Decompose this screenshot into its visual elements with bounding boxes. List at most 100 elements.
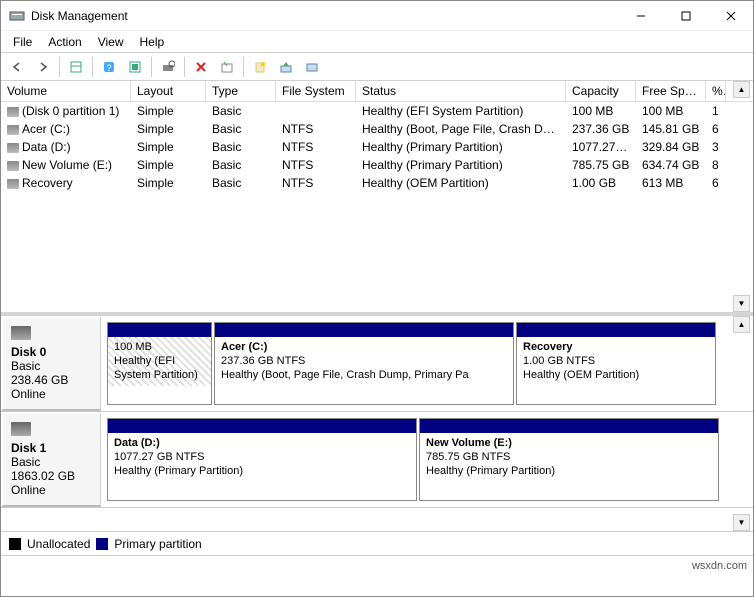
partition-box[interactable]: Recovery1.00 GB NTFSHealthy (OEM Partiti… <box>516 322 716 405</box>
menu-action[interactable]: Action <box>40 33 89 51</box>
partition-title: Acer (C:) <box>221 341 267 353</box>
volume-pct: 8 <box>706 156 726 174</box>
disk-info[interactable]: Disk 0Basic238.46 GBOnline <box>1 316 101 411</box>
volume-capacity: 1.00 GB <box>566 174 636 192</box>
app-icon <box>9 8 25 24</box>
volume-fs: NTFS <box>276 120 356 138</box>
partition-box[interactable]: Acer (C:)237.36 GB NTFSHealthy (Boot, Pa… <box>214 322 514 405</box>
status-bar: wsxdn.com <box>1 555 753 575</box>
volume-icon <box>7 125 19 135</box>
toolbar: ? <box>1 53 753 81</box>
menu-help[interactable]: Help <box>132 33 173 51</box>
volume-status: Healthy (Primary Partition) <box>356 156 566 174</box>
svg-text:?: ? <box>106 63 111 73</box>
partition-subtitle: 1077.27 GB NTFS <box>114 451 205 463</box>
col-capacity[interactable]: Capacity <box>566 81 636 101</box>
scroll-down-button[interactable]: ▼ <box>733 295 750 312</box>
volume-type: Basic <box>206 156 276 174</box>
partition-status: Healthy (Primary Partition) <box>426 465 555 477</box>
partition-header <box>420 419 718 433</box>
partition-status: Healthy (Primary Partition) <box>114 465 243 477</box>
col-percent[interactable]: % <box>706 81 726 101</box>
settings-button[interactable] <box>300 55 324 79</box>
separator <box>92 57 93 77</box>
partition-title: Data (D:) <box>114 437 160 449</box>
volume-icon <box>7 143 19 153</box>
volume-fs <box>276 102 356 120</box>
volume-pct: 3 <box>706 138 726 156</box>
volume-layout: Simple <box>131 174 206 192</box>
volume-type: Basic <box>206 138 276 156</box>
volume-status: Healthy (Boot, Page File, Crash Dum... <box>356 120 566 138</box>
volume-layout: Simple <box>131 138 206 156</box>
separator <box>59 57 60 77</box>
disk-partitions: Data (D:) 1077.27 GB NTFS Healthy (Primary… <box>101 412 753 507</box>
volume-free: 613 MB <box>636 174 706 192</box>
volume-row[interactable]: (Disk 0 partition 1)SimpleBasic Healthy (… <box>1 102 753 120</box>
col-layout[interactable]: Layout <box>131 81 206 101</box>
disk-size: 238.46 GB <box>11 373 92 387</box>
partition-body: Data (D:) 1077.27 GB NTFS Healthy (Primary… <box>108 433 416 482</box>
partition-status: Healthy (EFI System Partition) <box>114 355 198 381</box>
volume-row[interactable]: Acer (C:)SimpleBasicNTFSHealthy (Boot, P… <box>1 120 753 138</box>
disk-state: Online <box>11 483 92 497</box>
minimize-button[interactable] <box>618 1 663 30</box>
partition-header <box>517 323 715 337</box>
volume-header-row: Volume Layout Type File System Status Ca… <box>1 81 753 102</box>
title-bar: Disk Management <box>1 1 753 31</box>
volume-pct: 1 <box>706 102 726 120</box>
disk-type: Basic <box>11 455 92 469</box>
menu-file[interactable]: File <box>5 33 40 51</box>
view-list-button[interactable] <box>64 55 88 79</box>
volume-fs: NTFS <box>276 156 356 174</box>
rescan-button[interactable] <box>156 55 180 79</box>
volume-capacity: 237.36 GB <box>566 120 636 138</box>
forward-button[interactable] <box>31 55 55 79</box>
swatch-primary <box>96 538 108 550</box>
disk-icon <box>11 326 31 340</box>
scroll-down-button[interactable]: ▼ <box>733 514 750 531</box>
col-free[interactable]: Free Spa... <box>636 81 706 101</box>
refresh-button[interactable] <box>123 55 147 79</box>
partition-box[interactable]: New Volume (E:)785.75 GB NTFSHealthy (Pr… <box>419 418 719 501</box>
scroll-up-button[interactable]: ▲ <box>733 316 750 333</box>
col-filesystem[interactable]: File System <box>276 81 356 101</box>
help-button[interactable]: ? <box>97 55 121 79</box>
volume-name: Recovery <box>1 174 131 192</box>
partition-header <box>215 323 513 337</box>
volume-list-pane[interactable]: Volume Layout Type File System Status Ca… <box>1 81 753 316</box>
col-type[interactable]: Type <box>206 81 276 101</box>
volume-row[interactable]: RecoverySimpleBasicNTFSHealthy (OEM Part… <box>1 174 753 192</box>
volume-row[interactable]: Data (D:)SimpleBasicNTFSHealthy (Primary… <box>1 138 753 156</box>
col-volume[interactable]: Volume <box>1 81 131 101</box>
partition-status: Healthy (OEM Partition) <box>523 369 639 381</box>
volume-free: 634.74 GB <box>636 156 706 174</box>
legend-primary: Primary partition <box>114 537 201 551</box>
scroll-up-button[interactable]: ▲ <box>733 81 750 98</box>
disk-info[interactable]: Disk 1Basic1863.02 GBOnline <box>1 412 101 507</box>
close-button[interactable] <box>708 1 753 30</box>
volume-name: (Disk 0 partition 1) <box>1 102 131 120</box>
volume-free: 100 MB <box>636 102 706 120</box>
col-status[interactable]: Status <box>356 81 566 101</box>
partition-title: Recovery <box>523 341 573 353</box>
menu-view[interactable]: View <box>90 33 132 51</box>
partition-box[interactable]: Data (D:) 1077.27 GB NTFS Healthy (Primary… <box>107 418 417 501</box>
disk-type: Basic <box>11 359 92 373</box>
back-button[interactable] <box>5 55 29 79</box>
partition-body: Recovery1.00 GB NTFSHealthy (OEM Partiti… <box>517 337 715 386</box>
volume-row[interactable]: New Volume (E:)SimpleBasicNTFSHealthy (P… <box>1 156 753 174</box>
volume-fs: NTFS <box>276 174 356 192</box>
mount-button[interactable] <box>274 55 298 79</box>
new-button[interactable] <box>248 55 272 79</box>
properties-button[interactable] <box>215 55 239 79</box>
volume-status: Healthy (EFI System Partition) <box>356 102 566 120</box>
delete-button[interactable] <box>189 55 213 79</box>
disk-graphical-pane[interactable]: Disk 0Basic238.46 GBOnline100 MBHealthy … <box>1 316 753 531</box>
partition-body: Acer (C:)237.36 GB NTFSHealthy (Boot, Pa… <box>215 337 513 386</box>
partition-header <box>108 323 211 337</box>
partition-box[interactable]: 100 MBHealthy (EFI System Partition) <box>107 322 212 405</box>
maximize-button[interactable] <box>663 1 708 30</box>
volume-layout: Simple <box>131 102 206 120</box>
volume-type: Basic <box>206 102 276 120</box>
